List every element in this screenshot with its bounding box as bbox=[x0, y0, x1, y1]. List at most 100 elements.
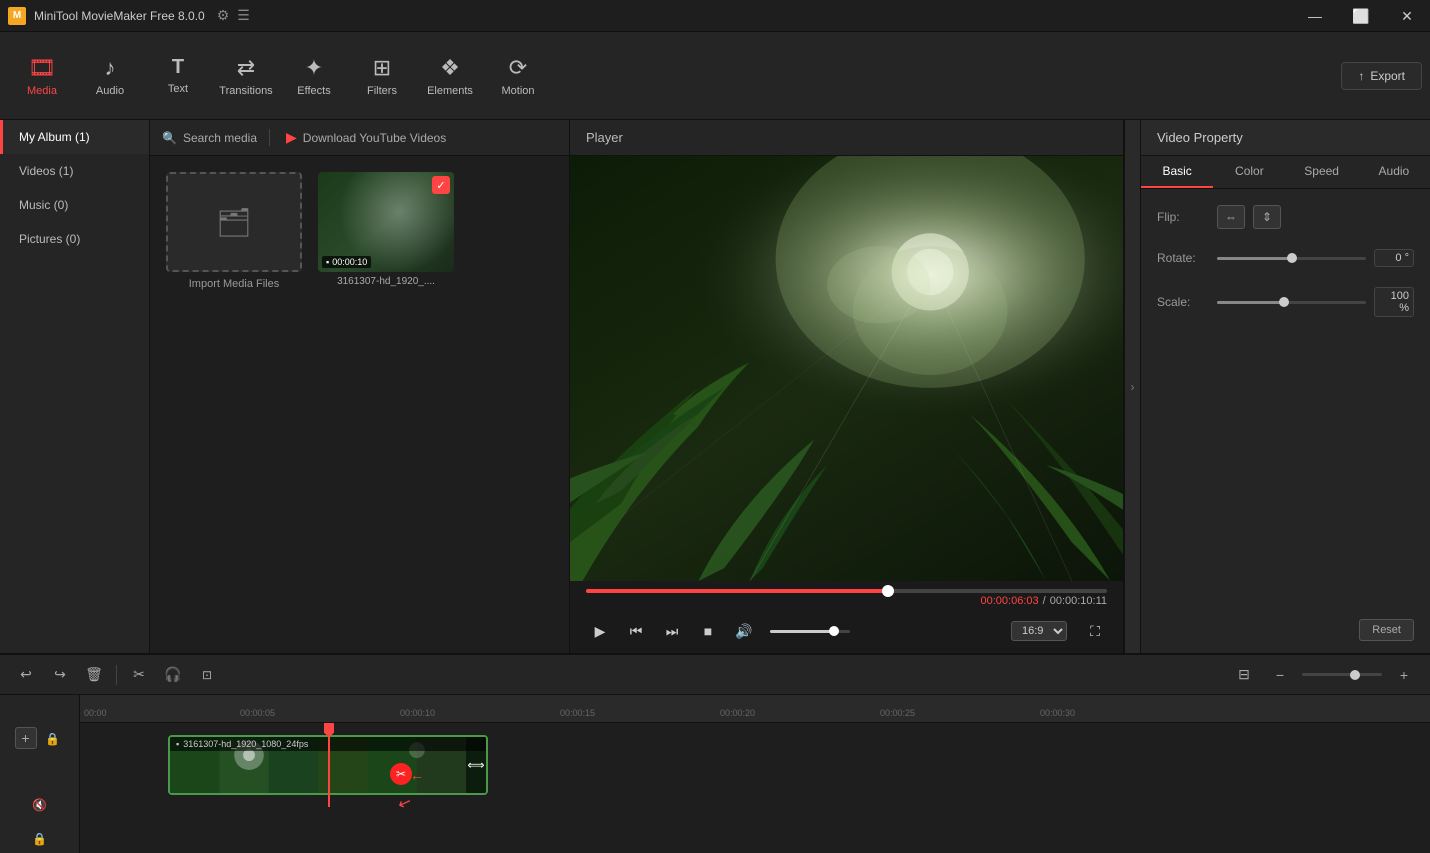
clip-cut-icon[interactable]: ✂ bbox=[390, 763, 412, 785]
player-video[interactable] bbox=[570, 156, 1123, 581]
ruler-mark-15: 00:00:15 bbox=[560, 708, 595, 718]
titlebar: M MiniTool MovieMaker Free 8.0.0 ⚙ ☰ — ⬜… bbox=[0, 0, 1430, 32]
timeline-toolbar: ↩ ↪ 🗑 ✂ 🎧 ⊡ ⊟ − + bbox=[0, 655, 1430, 695]
add-video-track-button[interactable]: + bbox=[15, 727, 37, 749]
volume-thumb[interactable] bbox=[829, 626, 839, 636]
toolbar-item-filters[interactable]: ⊞ Filters bbox=[348, 36, 416, 116]
sidebar-item-pictures[interactable]: Pictures (0) bbox=[0, 222, 149, 256]
toolbar-right: ↑ Export bbox=[1341, 62, 1422, 90]
sidebar-item-myalbum[interactable]: My Album (1) bbox=[0, 120, 149, 154]
rotate-slider[interactable] bbox=[1217, 257, 1366, 260]
crop-button[interactable]: ⊡ bbox=[193, 661, 221, 689]
minimize-button[interactable]: — bbox=[1292, 0, 1338, 32]
right-panel-footer: Reset bbox=[1141, 607, 1430, 653]
import-media-item[interactable]: 🗂 Import Media Files bbox=[166, 172, 302, 290]
scale-slider[interactable] bbox=[1217, 301, 1366, 304]
toolbar-item-effects[interactable]: ✦ Effects bbox=[280, 36, 348, 116]
play-button[interactable]: ▶ bbox=[586, 617, 614, 645]
flip-h-icon: ⇔ bbox=[1225, 210, 1237, 224]
content-area: My Album (1) Videos (1) Music (0) Pictur… bbox=[0, 120, 1430, 653]
sidebar-item-music[interactable]: Music (0) bbox=[0, 188, 149, 222]
volume-button[interactable]: 🔊 bbox=[730, 617, 758, 645]
close-button[interactable]: ✕ bbox=[1384, 0, 1430, 32]
video-thumb-item[interactable]: ▪ 00:00:10 ✓ 3161307-hd_1920_.... bbox=[318, 172, 454, 290]
scale-property-row: Scale: 100 % bbox=[1157, 287, 1414, 317]
ruler-mark-20: 00:00:20 bbox=[720, 708, 755, 718]
transitions-icon: ⇄ bbox=[237, 55, 255, 81]
toolbar-item-transitions[interactable]: ⇄ Transitions bbox=[212, 36, 280, 116]
cut-button[interactable]: ✂ bbox=[125, 661, 153, 689]
tab-audio[interactable]: Audio bbox=[1358, 156, 1430, 188]
import-box[interactable]: 🗂 bbox=[166, 172, 302, 272]
rotate-label: Rotate: bbox=[1157, 251, 1217, 265]
headphones-button[interactable]: 🎧 bbox=[159, 661, 187, 689]
toolbar-label-effects: Effects bbox=[297, 85, 330, 97]
flip-vertical-button[interactable]: ⇕ bbox=[1253, 205, 1281, 229]
redo-button[interactable]: ↪ bbox=[46, 661, 74, 689]
fern-scene bbox=[570, 156, 1123, 581]
video-frame-svg bbox=[570, 156, 1123, 581]
search-media-button[interactable]: 🔍 Search media bbox=[162, 131, 257, 145]
aspect-ratio-select[interactable]: 16:9 9:16 1:1 4:3 bbox=[1011, 621, 1067, 641]
player-panel: Player bbox=[570, 120, 1124, 653]
reset-button[interactable]: Reset bbox=[1359, 619, 1414, 641]
seekbar-track[interactable] bbox=[586, 589, 1107, 593]
tab-speed[interactable]: Speed bbox=[1286, 156, 1358, 188]
toolbar-item-audio[interactable]: ♪ Audio bbox=[76, 36, 144, 116]
stop-button[interactable]: ■ bbox=[694, 617, 722, 645]
video-track-lock-button[interactable]: 🔒 bbox=[41, 727, 65, 751]
rotate-controls: 0 ° bbox=[1217, 249, 1414, 267]
zoom-in-button[interactable]: + bbox=[1390, 661, 1418, 689]
toolbar-item-text[interactable]: T Text bbox=[144, 36, 212, 116]
zoom-slider[interactable] bbox=[1302, 673, 1382, 676]
motion-icon: ⟳ bbox=[509, 55, 527, 81]
zoom-split-button[interactable]: ⊟ bbox=[1230, 661, 1258, 689]
toolbar-item-media[interactable]: 🎞 Media bbox=[8, 36, 76, 116]
clip-end-handle[interactable]: ⟺ bbox=[466, 737, 486, 793]
tab-color[interactable]: Color bbox=[1213, 156, 1285, 188]
tab-basic[interactable]: Basic bbox=[1141, 156, 1213, 188]
next-frame-button[interactable]: ⏭ bbox=[658, 617, 686, 645]
timeline-left-controls: + 🔒 🔇 🔒 ♪ 🔒 bbox=[0, 695, 80, 853]
collapse-panel-button[interactable]: › bbox=[1124, 120, 1140, 653]
zoom-slider-thumb[interactable] bbox=[1350, 670, 1360, 680]
ruler-mark-30: 00:00:30 bbox=[1040, 708, 1075, 718]
toolbar-item-motion[interactable]: ⟳ Motion bbox=[484, 36, 552, 116]
text-icon: T bbox=[172, 56, 184, 79]
ruler-mark-0: 00:00 bbox=[84, 708, 107, 718]
export-button[interactable]: ↑ Export bbox=[1341, 62, 1422, 90]
video-thumbnail[interactable]: ▪ 00:00:10 ✓ bbox=[318, 172, 454, 272]
video-thumb-label: 3161307-hd_1920_.... bbox=[318, 276, 454, 287]
toolbar-separator-1 bbox=[116, 665, 117, 685]
delete-button[interactable]: 🗑 bbox=[80, 661, 108, 689]
app-icon: M bbox=[8, 7, 26, 25]
player-title: Player bbox=[586, 130, 623, 145]
flip-horizontal-button[interactable]: ⇔ bbox=[1217, 205, 1245, 229]
yt-download-button[interactable]: ▶ Download YouTube Videos bbox=[269, 129, 446, 146]
toolbar-label-audio: Audio bbox=[96, 85, 124, 97]
settings-icon[interactable]: ⚙ bbox=[217, 7, 230, 24]
ruler-mark-5: 00:00:05 bbox=[240, 708, 275, 718]
timeline-body: + 🔒 🔇 🔒 ♪ 🔒 00:00 00:00:05 00:00:10 00:0… bbox=[0, 695, 1430, 853]
zoom-out-button[interactable]: − bbox=[1266, 661, 1294, 689]
timeline-ruler: 00:00 00:00:05 00:00:10 00:00:15 00:00:2… bbox=[80, 695, 1430, 723]
hamburger-icon[interactable]: ☰ bbox=[237, 7, 250, 24]
maximize-button[interactable]: ⬜ bbox=[1338, 0, 1384, 32]
timeline-playhead[interactable] bbox=[328, 723, 330, 807]
scale-slider-thumb[interactable] bbox=[1279, 297, 1289, 307]
audio-mute-button[interactable]: 🔇 bbox=[28, 793, 52, 817]
volume-slider[interactable] bbox=[770, 630, 850, 633]
prev-frame-button[interactable]: ⏮ bbox=[622, 617, 650, 645]
filters-icon: ⊞ bbox=[373, 55, 391, 81]
sidebar-item-videos[interactable]: Videos (1) bbox=[0, 154, 149, 188]
audio-lock-button[interactable]: 🔒 bbox=[28, 827, 52, 851]
timeline-zoom: ⊟ − + bbox=[1230, 661, 1418, 689]
toolbar-item-elements[interactable]: ❖ Elements bbox=[416, 36, 484, 116]
toolbar-label-text: Text bbox=[168, 83, 188, 95]
fullscreen-button[interactable]: ⛶ bbox=[1083, 619, 1107, 643]
undo-button[interactable]: ↩ bbox=[12, 661, 40, 689]
player-seekbar[interactable] bbox=[570, 581, 1123, 593]
rotate-slider-thumb[interactable] bbox=[1287, 253, 1297, 263]
film-icon: ▪ bbox=[326, 257, 329, 267]
flip-controls: ⇔ ⇕ bbox=[1217, 205, 1414, 229]
